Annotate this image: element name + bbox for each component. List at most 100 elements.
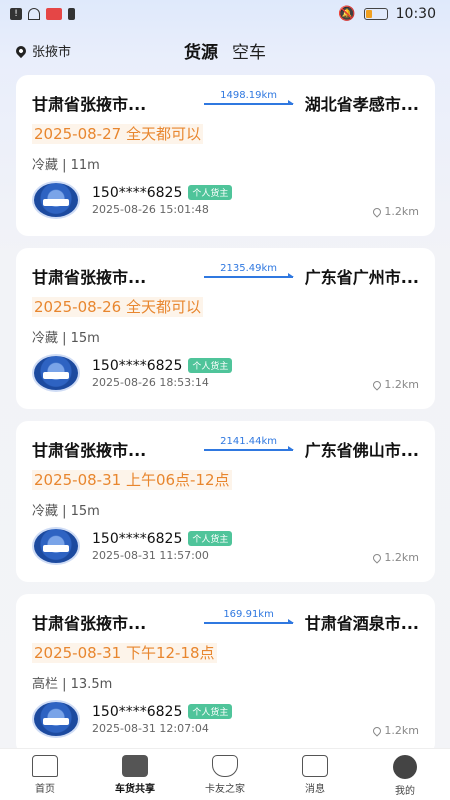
cargo-list: 甘肃省张掖市... 1498.19km 湖北省孝感市... 2025-08-27… <box>16 75 435 767</box>
avatar[interactable] <box>32 181 80 219</box>
chat-icon <box>302 755 328 777</box>
date-row: 2025-08-26 全天都可以 <box>32 296 419 317</box>
owner-row: 150****6825 个人货主 2025-08-31 12:07:04 1.2… <box>32 699 419 739</box>
status-time: 10:30 <box>395 6 436 22</box>
distance-pin-icon <box>371 724 384 737</box>
date-row: 2025-08-31 上午06点-12点 <box>32 469 419 490</box>
vehicle-spec: 冷藏 | 15m <box>32 504 100 519</box>
origin: 甘肃省张掖市... <box>32 441 147 460</box>
phone-line: 150****6825 个人货主 <box>92 704 233 720</box>
nav-home[interactable]: 首页 <box>10 755 80 795</box>
vehicle-spec: 冷藏 | 15m <box>32 331 100 346</box>
owner-badge: 个人货主 <box>188 704 233 719</box>
nav-driver-home-label: 卡友之家 <box>205 784 245 795</box>
status-left: ! <box>10 8 75 20</box>
avatar[interactable] <box>32 700 80 738</box>
route-arrow-icon <box>204 618 295 624</box>
nav-cargo-share[interactable]: 车货共享 <box>100 755 170 795</box>
route-row: 甘肃省张掖市... 2135.49km 广东省广州市... <box>32 262 419 288</box>
route-distance: 1498.19km <box>204 89 295 105</box>
status-right: 🔕 10:30 <box>338 6 436 22</box>
nearby-distance: 1.2km <box>371 551 419 564</box>
route-arrow-icon <box>204 445 295 451</box>
nav-profile[interactable]: 我的 <box>370 755 440 797</box>
route-distance: 2141.44km <box>204 435 295 451</box>
nearby-distance-value: 1.2km <box>384 378 419 391</box>
cargo-card[interactable]: 甘肃省张掖市... 2141.44km 广东省佛山市... 2025-08-31… <box>16 421 435 582</box>
distance-pin-icon <box>371 551 384 564</box>
owner-info: 150****6825 个人货主 2025-08-26 18:53:14 <box>92 358 233 389</box>
avatar[interactable] <box>32 527 80 565</box>
post-time: 2025-08-26 15:01:48 <box>92 202 209 216</box>
nearby-distance: 1.2km <box>371 724 419 737</box>
cargo-card[interactable]: 甘肃省张掖市... 169.91km 甘肃省酒泉市... 2025-08-31 … <box>16 594 435 755</box>
mute-icon: 🔕 <box>338 6 356 22</box>
distance-pin-icon <box>371 205 384 218</box>
date-row: 2025-08-31 下午12-18点 <box>32 642 419 663</box>
battery-icon <box>363 8 388 20</box>
distance-pin-icon <box>371 378 384 391</box>
sim-icon <box>68 8 75 20</box>
origin: 甘肃省张掖市... <box>32 268 147 287</box>
nav-profile-label: 我的 <box>395 786 415 797</box>
origin: 甘肃省张掖市... <box>32 95 147 114</box>
bottom-nav: 首页 车货共享 卡友之家 消息 我的 <box>0 748 450 800</box>
cargo-card[interactable]: 甘肃省张掖市... 1498.19km 湖北省孝感市... 2025-08-27… <box>16 75 435 236</box>
nearby-distance: 1.2km <box>371 205 419 218</box>
avatar[interactable] <box>32 354 80 392</box>
cargo-card[interactable]: 甘肃省张掖市... 2135.49km 广东省广州市... 2025-08-26… <box>16 248 435 409</box>
load-date: 2025-08-31 上午06点-12点 <box>32 470 232 490</box>
owner-badge: 个人货主 <box>188 531 233 546</box>
red-icon <box>46 8 62 20</box>
owner-row: 150****6825 个人货主 2025-08-31 11:57:00 1.2… <box>32 526 419 566</box>
route-distance-value: 2141.44km <box>220 435 278 447</box>
owner-info: 150****6825 个人货主 2025-08-26 15:01:48 <box>92 185 233 216</box>
route-distance-value: 2135.49km <box>220 262 278 274</box>
phone-line: 150****6825 个人货主 <box>92 185 233 201</box>
route-row: 甘肃省张掖市... 1498.19km 湖北省孝感市... <box>32 89 419 115</box>
phone-line: 150****6825 个人货主 <box>92 358 233 374</box>
destination: 广东省广州市... <box>304 268 419 287</box>
owner-phone[interactable]: 150****6825 <box>92 185 182 201</box>
nav-driver-home[interactable]: 卡友之家 <box>190 755 260 795</box>
nearby-distance: 1.2km <box>371 378 419 391</box>
owner-info: 150****6825 个人货主 2025-08-31 12:07:04 <box>92 704 233 735</box>
owner-row: 150****6825 个人货主 2025-08-26 18:53:14 1.2… <box>32 353 419 393</box>
route-distance: 169.91km <box>204 608 295 624</box>
vehicle-spec: 高栏 | 13.5m <box>32 677 113 692</box>
nav-messages-label: 消息 <box>305 784 325 795</box>
owner-row: 150****6825 个人货主 2025-08-26 15:01:48 1.2… <box>32 180 419 220</box>
vehicle-spec: 冷藏 | 11m <box>32 158 100 173</box>
nav-cargo-share-label: 车货共享 <box>115 784 155 795</box>
nearby-distance-value: 1.2km <box>384 724 419 737</box>
shield-icon <box>212 755 238 777</box>
date-row: 2025-08-27 全天都可以 <box>32 123 419 144</box>
header: 张掖市 货源 空车 <box>0 36 450 66</box>
destination: 湖北省孝感市... <box>304 95 419 114</box>
top-tabs: 货源 空车 <box>0 38 450 63</box>
tab-cargo[interactable]: 货源 <box>184 38 218 63</box>
load-date: 2025-08-26 全天都可以 <box>32 297 203 317</box>
status-bar: ! 🔕 10:30 <box>0 0 450 28</box>
nav-home-label: 首页 <box>35 784 55 795</box>
route-row: 甘肃省张掖市... 169.91km 甘肃省酒泉市... <box>32 608 419 634</box>
wifi-icon <box>28 8 40 20</box>
route-arrow-icon <box>204 99 295 105</box>
destination: 广东省佛山市... <box>304 441 419 460</box>
destination: 甘肃省酒泉市... <box>304 614 419 633</box>
tab-empty-truck[interactable]: 空车 <box>232 38 266 63</box>
route-row: 甘肃省张掖市... 2141.44km 广东省佛山市... <box>32 435 419 461</box>
post-time: 2025-08-31 11:57:00 <box>92 548 209 562</box>
origin: 甘肃省张掖市... <box>32 614 147 633</box>
owner-phone[interactable]: 150****6825 <box>92 358 182 374</box>
profile-icon <box>393 755 417 779</box>
home-icon <box>32 755 58 777</box>
owner-phone[interactable]: 150****6825 <box>92 704 182 720</box>
nav-messages[interactable]: 消息 <box>280 755 350 795</box>
route-distance-value: 169.91km <box>223 608 274 620</box>
route-distance: 2135.49km <box>204 262 295 278</box>
owner-info: 150****6825 个人货主 2025-08-31 11:57:00 <box>92 531 233 562</box>
owner-phone[interactable]: 150****6825 <box>92 531 182 547</box>
route-arrow-icon <box>204 272 295 278</box>
route-distance-value: 1498.19km <box>220 89 278 101</box>
